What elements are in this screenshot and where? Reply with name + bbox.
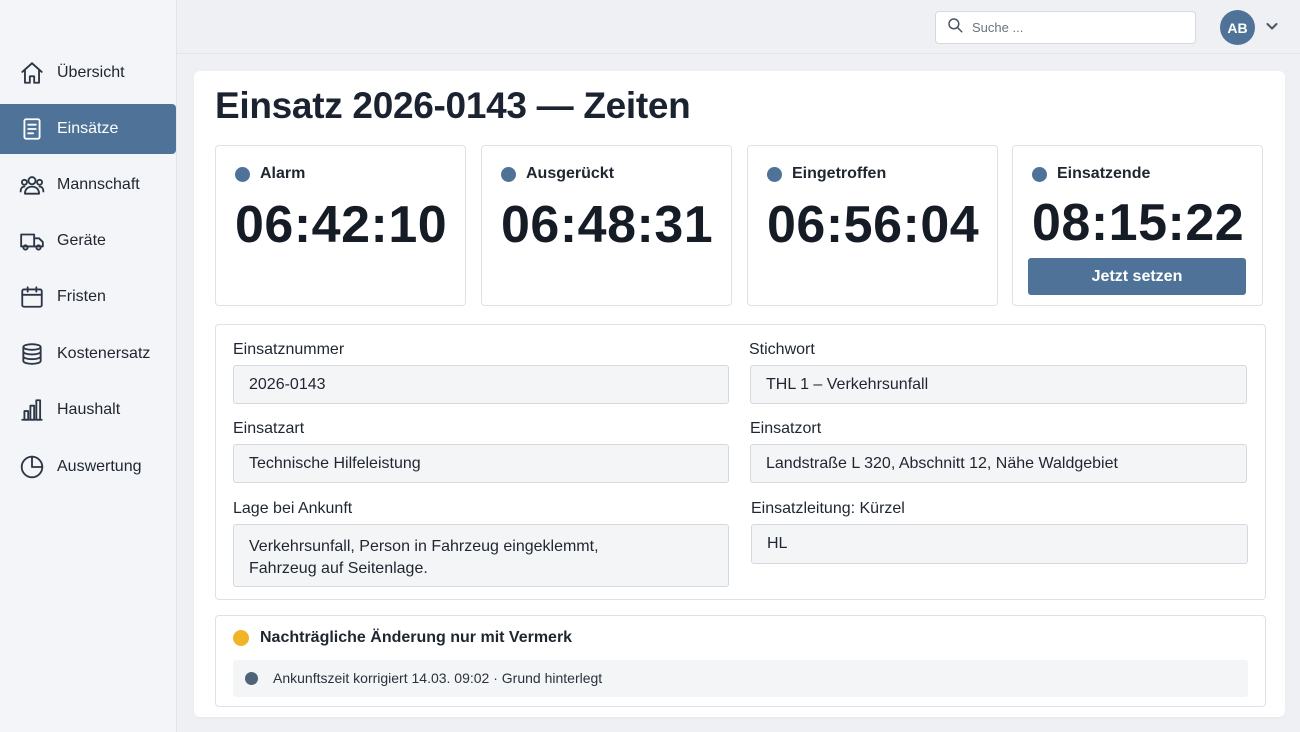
time-label: Alarm — [260, 165, 306, 182]
einsatznummer-field[interactable]: 2026-0143 — [233, 365, 729, 404]
calendar-icon — [18, 283, 46, 311]
sidebar-item-auswertung[interactable]: Auswertung — [0, 442, 176, 492]
truck-icon — [18, 227, 46, 255]
lage-label: Lage bei Ankunft — [233, 500, 353, 517]
details-form: Einsatznummer 2026-0143 Stichwort THL 1 … — [215, 324, 1266, 600]
warning-dot — [233, 630, 249, 646]
sidebar-item-label: Haushalt — [57, 401, 121, 418]
time-value[interactable]: 06:48:31 — [501, 195, 713, 255]
sidebar-item-label: Geräte — [57, 232, 106, 249]
time-value[interactable]: 08:15:22 — [1032, 193, 1244, 253]
note-title: Nachträgliche Änderung nur mit Vermerk — [260, 629, 573, 646]
sidebar-item-label: Kostenersatz — [57, 345, 151, 362]
search-input[interactable] — [972, 20, 1192, 35]
avatar[interactable]: AB — [1220, 10, 1255, 45]
search-box[interactable] — [935, 11, 1196, 44]
set-now-button[interactable]: Jetzt setzen — [1028, 258, 1246, 295]
time-card-eingetroffen: Eingetroffen 06:56:04 — [747, 145, 998, 306]
pie-chart-icon — [18, 453, 46, 481]
bullet-dot — [245, 672, 258, 685]
sidebar-item-haushalt[interactable]: Haushalt — [0, 385, 176, 435]
change-note-panel: Nachträgliche Änderung nur mit Vermerk A… — [215, 615, 1266, 707]
time-value[interactable]: 06:56:04 — [767, 195, 979, 255]
sidebar-item-uebersicht[interactable]: Übersicht — [0, 48, 176, 98]
einsatzort-label: Einsatzort — [750, 420, 822, 437]
status-dot — [235, 167, 250, 182]
users-icon — [18, 171, 46, 199]
status-dot — [767, 167, 782, 182]
einsatzart-field[interactable]: Technische Hilfeleistung — [233, 444, 729, 483]
einsatznummer-label: Einsatznummer — [233, 341, 345, 358]
time-value[interactable]: 06:42:10 — [235, 195, 447, 255]
sidebar-item-label: Mannschaft — [57, 176, 140, 193]
sidebar-item-label: Fristen — [57, 288, 106, 305]
note-entry-text: Ankunftszeit korrigiert 14.03. 09:02 · G… — [273, 670, 603, 686]
document-icon — [18, 115, 46, 143]
status-dot — [501, 167, 516, 182]
sidebar-item-label: Einsätze — [57, 120, 119, 137]
time-card-ausgerueckt: Ausgerückt 06:48:31 — [481, 145, 732, 306]
search-icon — [946, 16, 964, 39]
sidebar: Übersicht Einsätze Mannschaft Geräte Fri… — [0, 0, 177, 732]
topbar: AB — [177, 0, 1300, 54]
sidebar-item-geraete[interactable]: Geräte — [0, 216, 176, 266]
time-card-einsatzende: Einsatzende 08:15:22 Jetzt setzen — [1012, 145, 1263, 306]
einsatzart-label: Einsatzart — [233, 420, 305, 437]
time-label: Eingetroffen — [792, 165, 887, 182]
einsatzleitung-label: Einsatzleitung: Kürzel — [751, 500, 905, 517]
page-title: Einsatz 2026-0143 — Zeiten — [215, 85, 691, 126]
coins-icon — [18, 340, 46, 368]
sidebar-item-einsaetze[interactable]: Einsätze — [0, 104, 176, 154]
sidebar-item-label: Übersicht — [57, 64, 125, 81]
stichwort-label: Stichwort — [749, 341, 815, 358]
sidebar-item-kostenersatz[interactable]: Kostenersatz — [0, 329, 176, 379]
main-content: Einsatz 2026-0143 — Zeiten Alarm 06:42:1… — [194, 71, 1285, 717]
sidebar-item-fristen[interactable]: Fristen — [0, 272, 176, 322]
chevron-down-icon[interactable] — [1265, 19, 1279, 33]
bar-chart-icon — [18, 396, 46, 424]
sidebar-item-label: Auswertung — [57, 458, 142, 475]
lage-textarea[interactable]: Verkehrsunfall, Person in Fahrzeug einge… — [233, 524, 729, 587]
time-label: Einsatzende — [1057, 165, 1151, 182]
sidebar-item-mannschaft[interactable]: Mannschaft — [0, 160, 176, 210]
einsatzleitung-field[interactable]: HL — [751, 524, 1248, 564]
time-label: Ausgerückt — [526, 165, 615, 182]
list-item: Ankunftszeit korrigiert 14.03. 09:02 · G… — [233, 660, 1248, 697]
status-dot — [1032, 167, 1047, 182]
einsatzort-field[interactable]: Landstraße L 320, Abschnitt 12, Nähe Wal… — [750, 444, 1247, 483]
stichwort-field[interactable]: THL 1 – Verkehrsunfall — [750, 365, 1247, 404]
home-icon — [18, 59, 46, 87]
time-card-alarm: Alarm 06:42:10 — [215, 145, 466, 306]
